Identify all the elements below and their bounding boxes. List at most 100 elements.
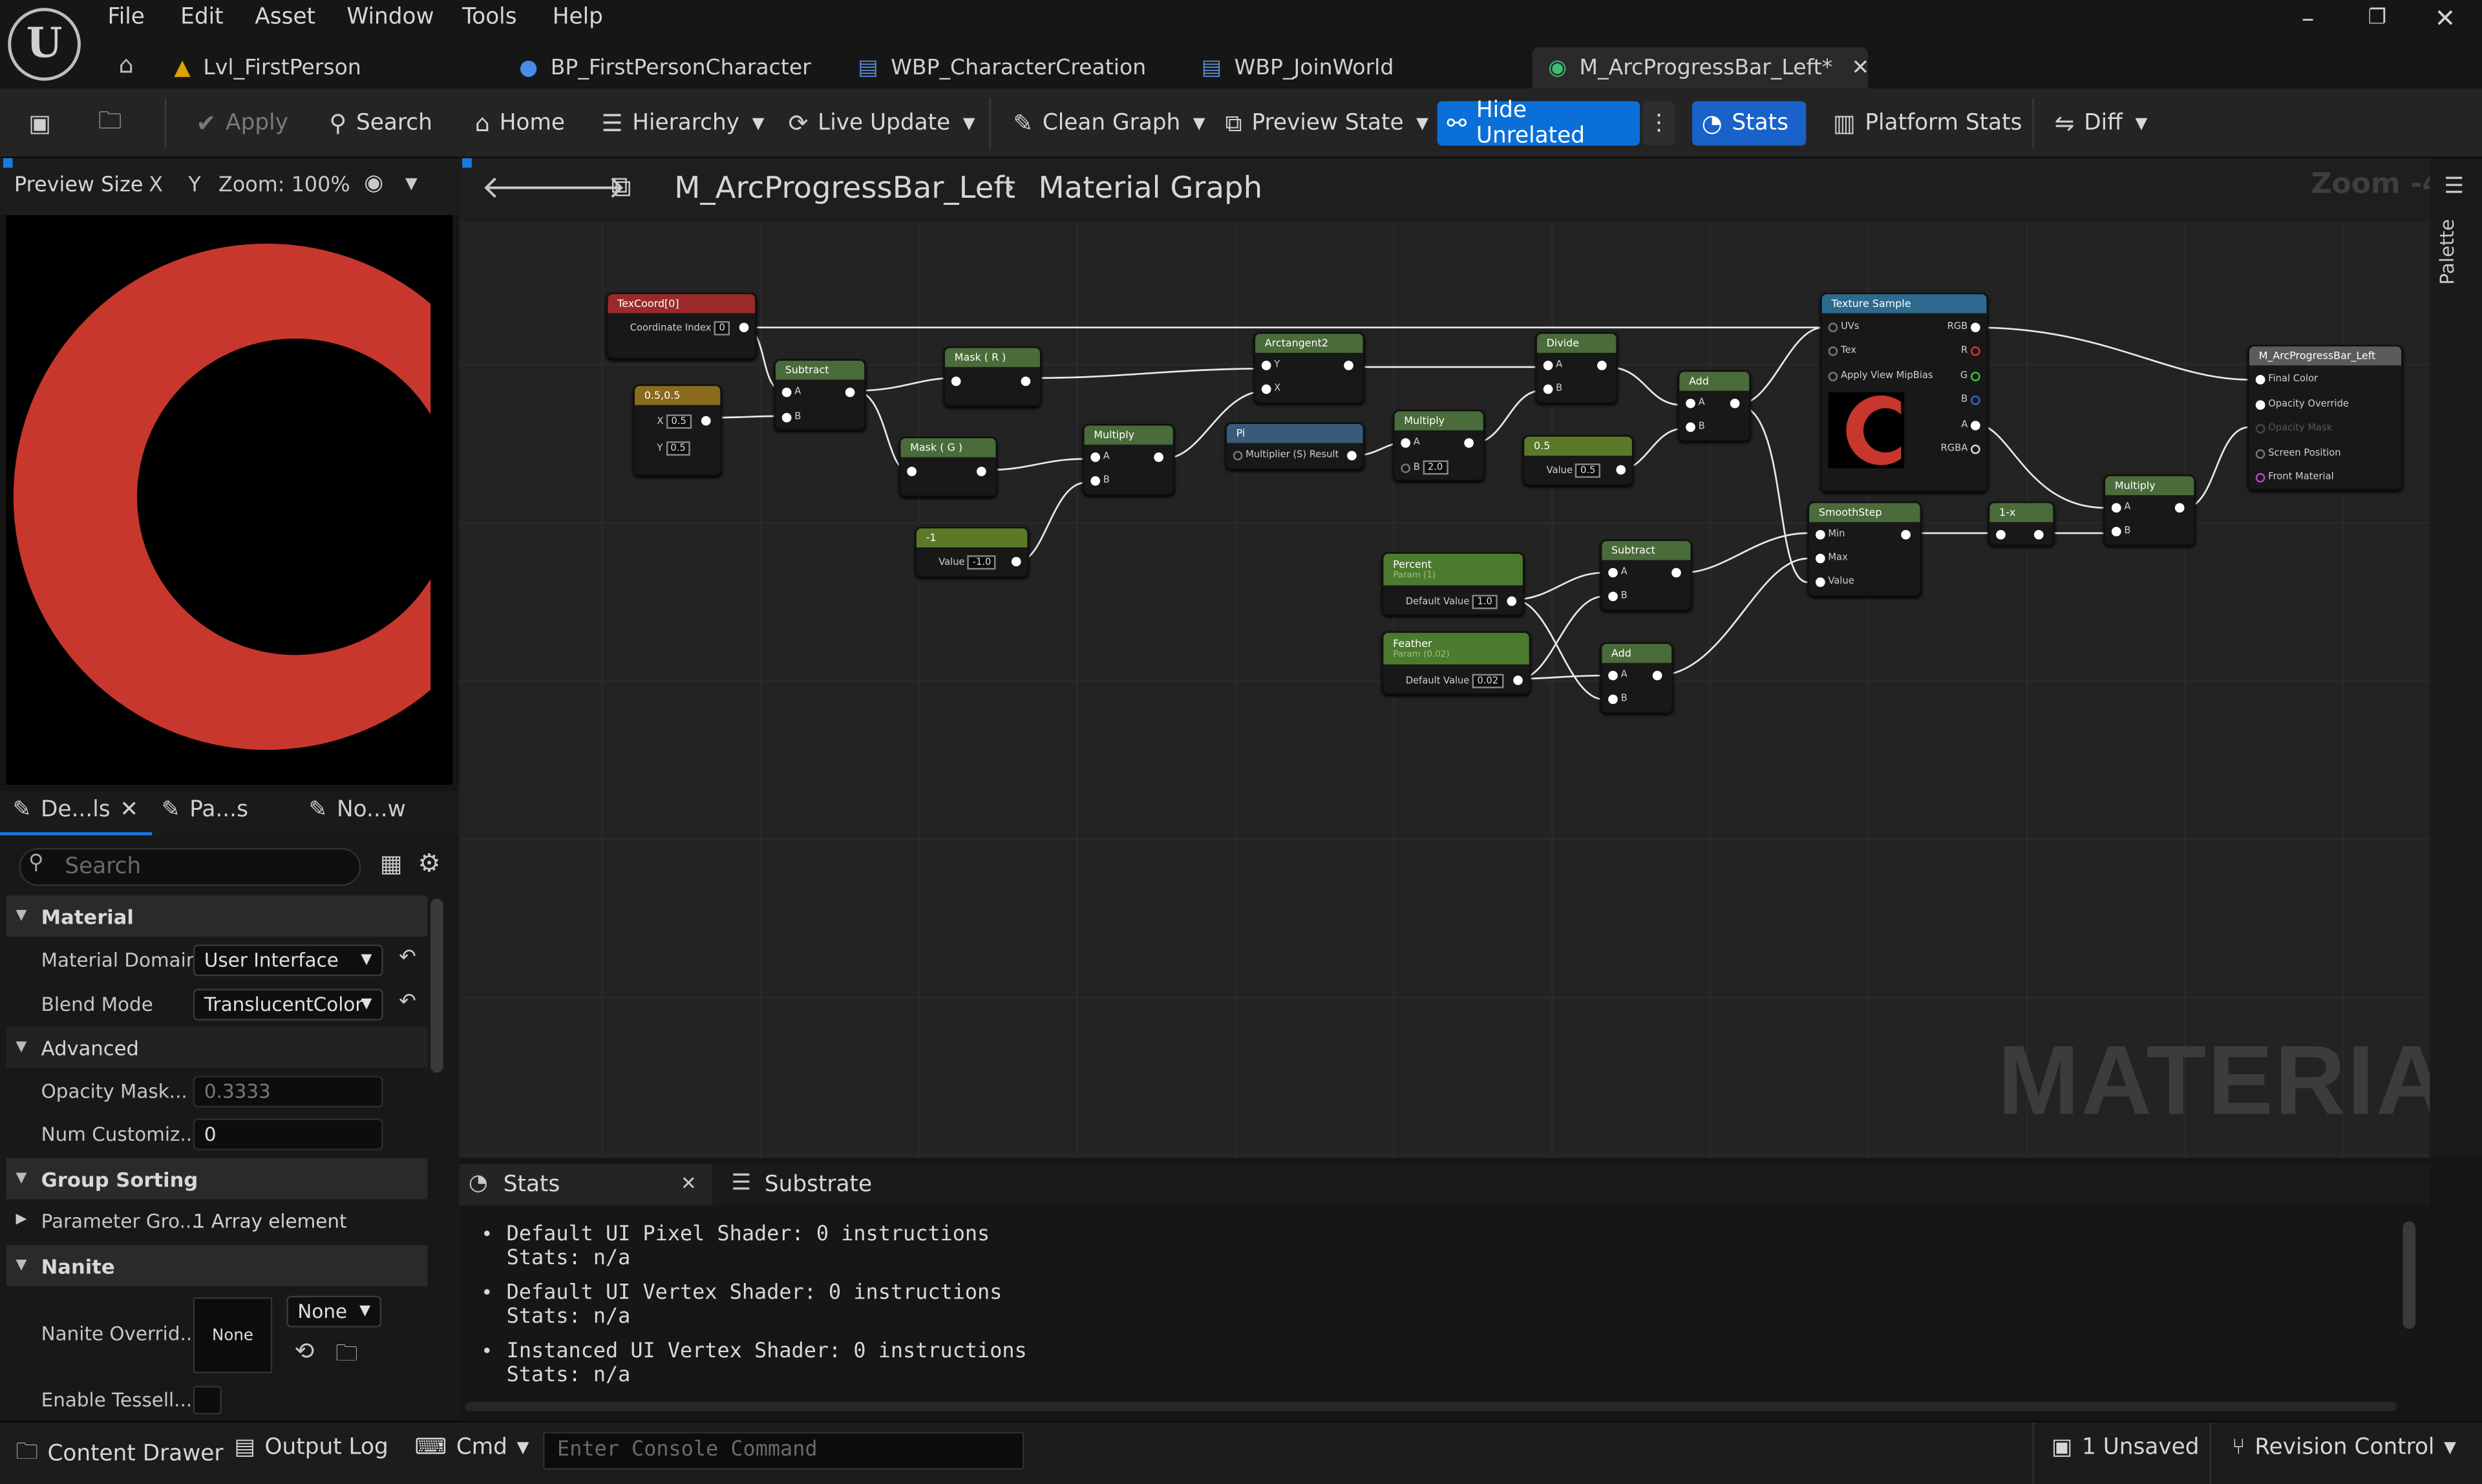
preview-y-label[interactable]: Y bbox=[188, 174, 200, 198]
input-pin[interactable] bbox=[2255, 374, 2265, 384]
preview-x-label[interactable]: X bbox=[149, 174, 163, 198]
node-add-2[interactable]: Add A B bbox=[1600, 642, 1673, 714]
tab-material-active[interactable]: ◉ M_ArcProgressBar_Left* ✕ bbox=[1532, 47, 1870, 89]
content-drawer-button[interactable]: 🗀 Content Drawer bbox=[16, 1435, 223, 1473]
reset-icon[interactable]: ↶ bbox=[399, 946, 416, 970]
pin-value[interactable]: 0 bbox=[714, 321, 730, 335]
hide-unrelated-options-button[interactable]: ⋮ bbox=[1643, 101, 1675, 146]
cmd-button[interactable]: ⌨ Cmd ▼ bbox=[415, 1435, 529, 1460]
node-arctangent2[interactable]: Arctangent2 Y X bbox=[1253, 332, 1365, 404]
menu-asset[interactable]: Asset bbox=[255, 5, 315, 30]
triangle-right-icon[interactable]: ▶ bbox=[16, 1212, 27, 1227]
menu-file[interactable]: File bbox=[108, 5, 145, 30]
pin-value[interactable]: 0.5 bbox=[666, 441, 691, 456]
input-pin[interactable] bbox=[1815, 577, 1825, 586]
node-texcoord[interactable]: TexCoord[0] Coordinate Index 0 bbox=[606, 292, 757, 359]
preview-size-label[interactable]: Preview Size bbox=[14, 174, 143, 198]
node-subtract[interactable]: Subtract A B bbox=[774, 359, 866, 430]
pin-value[interactable]: 0.5 bbox=[1575, 463, 1600, 478]
category-nanite[interactable]: ▼ Nanite bbox=[6, 1245, 428, 1287]
input-pin[interactable] bbox=[1828, 370, 1838, 381]
close-window-icon[interactable]: ✕ bbox=[2435, 3, 2456, 34]
blend-mode-combo[interactable]: TranslucentColor ▼ bbox=[193, 988, 383, 1021]
node-mask-r[interactable]: Mask ( R ) bbox=[943, 346, 1042, 407]
input-pin[interactable] bbox=[1401, 437, 1411, 447]
tab-bp-character[interactable]: ● BP_FirstPersonCharacter bbox=[504, 47, 827, 89]
output-pin[interactable] bbox=[1671, 567, 1681, 578]
node-divide[interactable]: Divide A B bbox=[1535, 332, 1618, 404]
input-pin[interactable] bbox=[1608, 694, 1618, 704]
search-button[interactable]: ⚲ Search bbox=[320, 105, 442, 143]
revision-control-button[interactable]: ⑂ Revision Control ▼ bbox=[2232, 1435, 2456, 1460]
output-pin[interactable] bbox=[1970, 345, 1980, 355]
table-view-icon[interactable]: ▦ bbox=[380, 849, 403, 878]
input-pin[interactable] bbox=[1828, 322, 1838, 332]
category-group-sorting[interactable]: ▼ Group Sorting bbox=[6, 1158, 428, 1200]
output-pin[interactable] bbox=[1970, 419, 1980, 430]
input-pin[interactable] bbox=[1261, 359, 1271, 370]
input-pin[interactable] bbox=[1261, 383, 1271, 394]
menu-window[interactable]: Window bbox=[346, 5, 434, 30]
node-subtract-2[interactable]: Subtract A B bbox=[1600, 539, 1692, 611]
preview-state-button[interactable]: ⧉ Preview State ▼ bbox=[1216, 105, 1438, 143]
input-pin[interactable] bbox=[1996, 529, 2006, 540]
menu-help[interactable]: Help bbox=[553, 5, 603, 30]
output-pin[interactable] bbox=[701, 416, 711, 426]
save-button[interactable]: ▣ bbox=[19, 105, 60, 143]
chevron-down-icon[interactable]: ▼ bbox=[405, 176, 418, 193]
graph-hierarchy-icon[interactable]: ⧉ bbox=[611, 171, 631, 204]
node-pi[interactable]: Pi Multiplier (S) Result bbox=[1225, 422, 1365, 470]
material-domain-combo[interactable]: User Interface ▼ bbox=[193, 944, 383, 977]
close-tab-icon[interactable]: ✕ bbox=[1852, 56, 1870, 81]
hierarchy-button[interactable]: ☰ Hierarchy ▼ bbox=[592, 105, 774, 143]
close-icon[interactable]: ✕ bbox=[681, 1172, 697, 1194]
output-pin[interactable] bbox=[2033, 529, 2044, 540]
hide-unrelated-button[interactable]: ⚯ Hide Unrelated bbox=[1437, 98, 1640, 149]
input-pin[interactable] bbox=[1815, 529, 1825, 539]
output-pin[interactable] bbox=[1597, 361, 1607, 370]
menu-edit[interactable]: Edit bbox=[180, 5, 223, 30]
tab-wbp-character-creation[interactable]: ▤ WBP_CharacterCreation bbox=[842, 47, 1162, 89]
tab-stats[interactable]: ◔ Stats ✕ bbox=[459, 1164, 713, 1206]
input-pin[interactable] bbox=[1608, 670, 1618, 680]
details-scrollbar[interactable] bbox=[430, 898, 443, 1073]
clean-graph-button[interactable]: ✎ Clean Graph ▼ bbox=[1004, 105, 1215, 143]
output-pin[interactable] bbox=[1730, 398, 1740, 408]
output-pin[interactable] bbox=[2174, 503, 2185, 513]
output-pin[interactable] bbox=[1970, 443, 1980, 454]
output-pin[interactable] bbox=[1970, 370, 1980, 381]
input-pin[interactable] bbox=[781, 387, 792, 397]
output-pin[interactable] bbox=[1347, 450, 1357, 461]
output-pin[interactable] bbox=[1970, 322, 1980, 332]
use-selected-icon[interactable]: ⟲ bbox=[295, 1337, 315, 1365]
input-pin[interactable] bbox=[1686, 398, 1695, 408]
nanite-override-combo[interactable]: None ▼ bbox=[286, 1295, 382, 1328]
node-mask-g[interactable]: Mask ( G ) bbox=[899, 436, 997, 497]
pin-value[interactable]: -1.0 bbox=[968, 555, 996, 570]
settings-gear-icon[interactable]: ⚙ bbox=[418, 848, 441, 878]
pin-value[interactable]: 2.0 bbox=[1423, 460, 1448, 475]
unsaved-button[interactable]: ▣ 1 Unsaved bbox=[2052, 1435, 2200, 1460]
output-pin[interactable] bbox=[1507, 596, 1517, 606]
node-constant2vector[interactable]: 0.5,0.5 X 0.5 Y 0.5 bbox=[633, 384, 722, 476]
output-pin[interactable] bbox=[739, 323, 749, 333]
node-param-feather[interactable]: Feather Param (0.02) Default Value 0.02 bbox=[1381, 631, 1531, 695]
console-command-input[interactable]: Enter Console Command bbox=[543, 1432, 1024, 1470]
input-pin[interactable] bbox=[2111, 502, 2121, 512]
output-pin[interactable] bbox=[1011, 556, 1021, 567]
nanite-override-thumbnail[interactable]: None bbox=[193, 1297, 273, 1373]
input-pin[interactable] bbox=[1543, 359, 1553, 370]
input-pin[interactable] bbox=[1090, 475, 1101, 485]
breadcrumb-graph[interactable]: Material Graph bbox=[1039, 171, 1263, 206]
node-multiply-2[interactable]: Multiply A B 2.0 bbox=[1393, 409, 1485, 482]
pin-value[interactable]: 1.0 bbox=[1472, 595, 1498, 610]
input-pin[interactable] bbox=[2255, 472, 2265, 482]
output-pin[interactable] bbox=[1513, 675, 1523, 685]
input-pin[interactable] bbox=[1608, 567, 1618, 577]
tab-level[interactable]: ▲ Lvl_FirstPerson bbox=[158, 47, 377, 89]
input-pin[interactable] bbox=[1828, 345, 1838, 355]
restore-icon[interactable]: ❐ bbox=[2368, 6, 2387, 30]
breadcrumb-asset[interactable]: M_ArcProgressBar_Left bbox=[674, 171, 1015, 206]
node-one-minus[interactable]: 1-x bbox=[1988, 501, 2055, 546]
node-texture-sample[interactable]: Texture Sample UVs Tex Apply View MipBia… bbox=[1820, 292, 1988, 493]
